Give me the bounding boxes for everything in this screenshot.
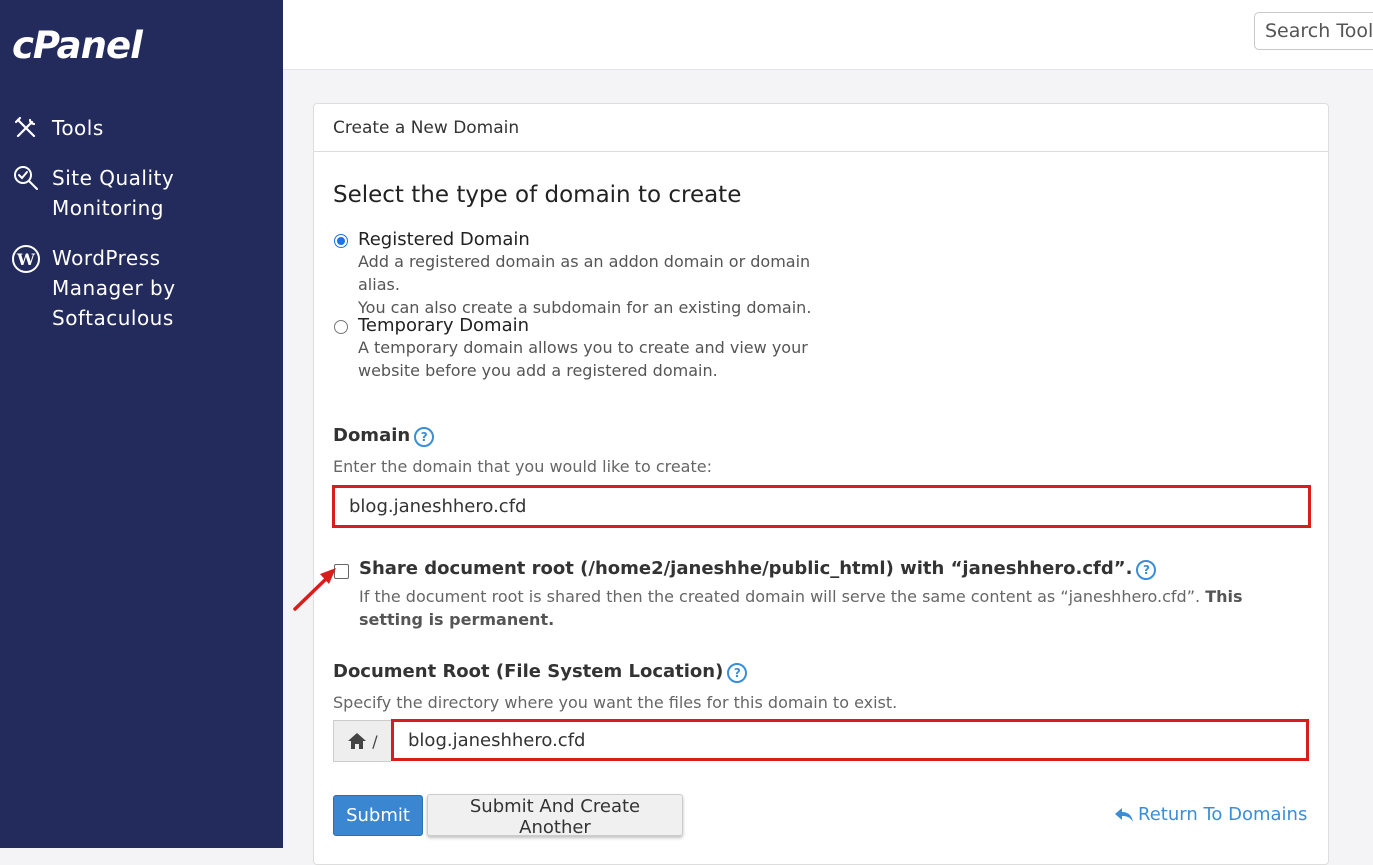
svg-text:W: W	[16, 250, 36, 269]
domain-label-row: Domain?	[333, 425, 435, 447]
sidebar-item-label: Tools	[52, 116, 104, 140]
cpanel-logo[interactable]: cPanel	[12, 24, 143, 67]
docroot-prefix-slash: /	[372, 731, 378, 751]
annotation-arrow-icon	[293, 568, 336, 611]
section-title: Select the type of domain to create	[333, 182, 742, 208]
return-link-label: Return To Domains	[1138, 804, 1308, 825]
wordpress-icon: W	[12, 245, 40, 273]
search-input[interactable]	[1254, 12, 1373, 50]
home-icon	[348, 733, 367, 749]
docroot-label: Document Root (File System Location)	[333, 661, 724, 682]
docroot-input[interactable]	[391, 719, 1309, 761]
domain-hint: Enter the domain that you would like to …	[333, 457, 712, 476]
option-desc-line: A temporary domain allows you to create …	[358, 338, 808, 357]
option-desc-line: website before you add a registered doma…	[358, 361, 718, 380]
docroot-hint: Specify the directory where you want the…	[333, 693, 898, 712]
sidebar-item-tools[interactable]: Tools	[12, 113, 104, 143]
tools-icon	[14, 116, 36, 138]
share-docroot-label: Share document root (/home2/janeshhe/pub…	[359, 558, 1133, 579]
share-desc-text: If the document root is shared then the …	[359, 587, 1201, 606]
docroot-prefix: /	[333, 720, 391, 762]
sidebar-item-label: WordPress Manager by Softaculous	[52, 246, 176, 330]
return-to-domains-link[interactable]: Return To Domains	[1114, 804, 1307, 825]
option-desc-temporary: A temporary domain allows you to create …	[358, 336, 838, 382]
help-icon[interactable]: ?	[1136, 559, 1157, 580]
radio-temporary-domain[interactable]	[334, 320, 348, 334]
docroot-label-row: Document Root (File System Location)?	[333, 661, 748, 683]
radio-registered-domain[interactable]	[334, 234, 348, 248]
sidebar-item-label: Site Quality Monitoring	[52, 166, 175, 220]
share-docroot-desc: If the document root is shared then the …	[359, 585, 1279, 631]
submit-and-create-another-button[interactable]: Submit And Create Another	[427, 794, 683, 838]
domain-input[interactable]	[332, 485, 1311, 528]
submit-button[interactable]: Submit	[333, 795, 423, 836]
help-icon[interactable]: ?	[727, 662, 748, 683]
option-title-temporary: Temporary Domain	[358, 315, 530, 336]
card-header: Create a New Domain	[314, 104, 1328, 152]
create-domain-card: Create a New Domain Select the type of d…	[313, 103, 1329, 865]
help-icon[interactable]: ?	[414, 426, 435, 447]
top-bar	[283, 0, 1373, 70]
sidebar-item-site-quality-monitoring[interactable]: Site Quality Monitoring	[12, 163, 272, 223]
option-title-registered: Registered Domain	[358, 229, 530, 250]
option-desc-line: Add a registered domain as an addon doma…	[358, 252, 811, 294]
sidebar: cPanel Tools Site Quality Monitoring W W…	[0, 0, 283, 848]
search-check-icon	[14, 166, 38, 190]
reply-arrow-icon	[1115, 807, 1133, 822]
share-label-row: Share document root (/home2/janeshhe/pub…	[359, 558, 1157, 580]
sidebar-item-wordpress-manager[interactable]: W WordPress Manager by Softaculous	[12, 243, 272, 333]
domain-label: Domain	[333, 425, 411, 446]
option-desc-registered: Add a registered domain as an addon doma…	[358, 250, 838, 319]
